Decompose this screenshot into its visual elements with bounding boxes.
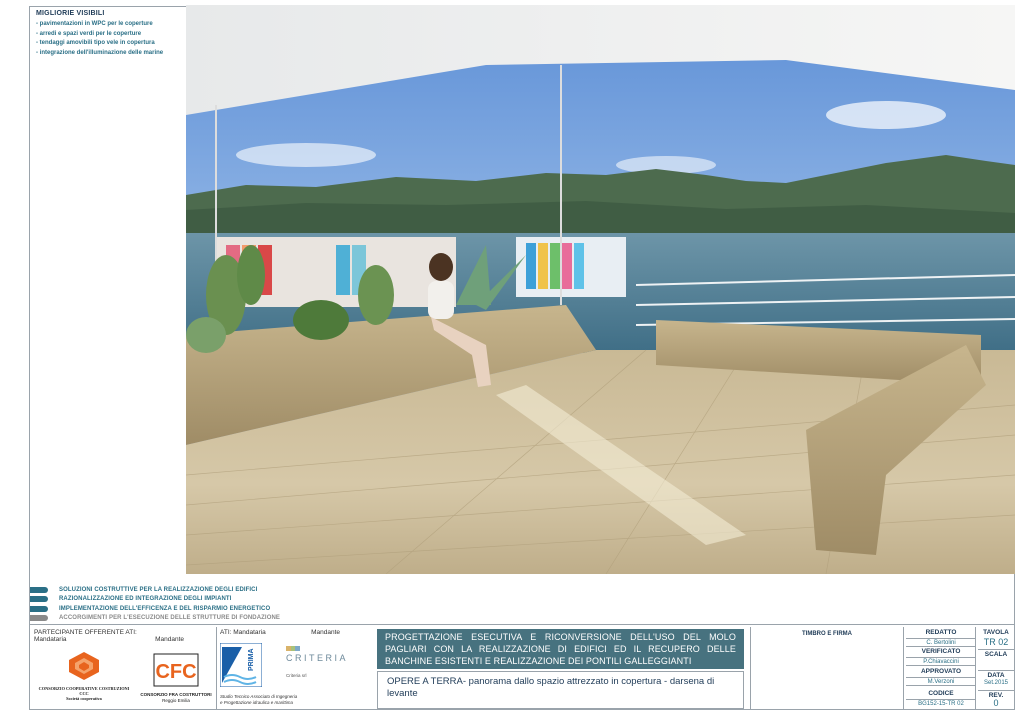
legend-text: SOLUZIONI COSTRUTTIVE PER LA REALIZZAZIO… [59,586,258,593]
cfc-caption: CONSORZIO FRA COSTRUTTORI [140,692,212,697]
notes-item: - arredi e spazi verdi per le coperture [36,30,142,37]
rev-value: 0 [993,698,999,708]
redatto-value: C. Bertolini [906,638,976,647]
project-title: PROGETTAZIONE ESECUTIVA E RICONVERSIONE … [385,632,736,666]
stamp-label: TIMBRO E FIRMA [802,631,852,637]
cfc-logo: CFC CONSORZIO FRA COSTRUTTORI Reggio Emi… [140,653,212,703]
legend-text: ACCORGIMENTI PER L'ESECUZIONE DELLE STRU… [59,615,280,622]
approvato-value: M.Verzoni [906,677,976,686]
scala-label: SCALA [978,649,1014,658]
ccc-logo: CONSORZIO COOPERATIVE COSTRUZIONI CCC So… [34,651,134,701]
legend-row: SOLUZIONI COSTRUTTIVE PER LA REALIZZAZIO… [30,585,360,595]
rooftop-render-image [186,5,1015,574]
tavola-value: TR 02 [983,637,1009,647]
title-block: PARTECIPANTE OFFERENTE ATI: Mandataria M… [30,627,1015,710]
mandataria-label: Mandataria [34,636,67,643]
mandante-label: Mandante [155,636,184,643]
ccc-logo-mark [69,652,99,680]
prima-word: PRIMA [248,648,255,671]
notes-item: - integrazione dell'illuminazione delle … [36,49,164,56]
prima-caption: Studio Tecnico Associato di Ingegneria e… [220,694,297,705]
drawing-subject: OPERE A TERRA- panorama dallo spazio att… [387,676,715,699]
criteria-color-strip [286,646,301,651]
cfc-letters: CFC [155,661,196,683]
legend-bar [30,615,48,622]
legend-row: IMPLEMENTAZIONE DELL'EFFICENZA E DEL RIS… [30,604,360,614]
notes-item: - pavimentazioni in WPC per le coperture [36,21,153,27]
approvato-label: APPROVATO [920,668,962,675]
verificato-value: P.Chiavaccini [906,657,976,666]
criteria-srl: Criteria srl [286,673,307,678]
data-label: DATA [978,670,1014,679]
ccc-caption: Società cooperativa [66,696,102,701]
tavola-label: TAVOLA [983,629,1009,636]
ati-heading: ATI: Mandataria [220,629,266,636]
improvements-notes: MIGLIORIE VISIBILI - pavimentazioni in W… [36,10,186,58]
ati-panel: ATI: Mandataria Mandante PRIMA CRITERIA … [220,629,372,711]
redatto-label: REDATTO [925,629,957,636]
codice-label: CODICE [928,690,954,697]
legend-text: IMPLEMENTAZIONE DELL'EFFICENZA E DEL RIS… [59,605,271,612]
notes-title: MIGLIORIE VISIBILI [36,10,105,17]
prima-caption-line: Studio Tecnico Associato di Ingegneria [220,694,298,699]
notes-item: - tendaggi amovibili tipo vele in copert… [36,40,155,46]
legend-bar [30,586,48,593]
prima-logo: PRIMA [220,643,262,687]
drawing-subject-box: OPERE A TERRA- panorama dallo spazio att… [377,671,744,709]
codice-value: BG152-15-TR 02 [906,699,976,709]
legend-text: RAZIONALIZZAZIONE ED INTEGRAZIONE DEGLI … [59,596,232,603]
title-block-divider [30,624,1015,625]
legend-row: ACCORGIMENTI PER L'ESECUZIONE DELLE STRU… [30,614,360,624]
participants-panel: PARTECIPANTE OFFERENTE ATI: Mandataria M… [34,629,214,711]
legend-bar [30,605,48,612]
stamp-signature-box: TIMBRO E FIRMA [750,627,904,710]
prima-caption-line: e Progettazione idraulica e marittima [220,699,294,705]
title-block-separator [216,627,217,710]
ati-mandante-label: Mandante [311,629,340,636]
legend-bar [30,596,48,603]
legend-row: RAZIONALIZZAZIONE ED INTEGRAZIONE DEGLI … [30,595,360,605]
criteria-logo-text: CRITERIA [286,653,349,663]
participants-heading: PARTECIPANTE OFFERENTE ATI: [34,629,137,636]
cfc-caption: Reggio Emilia [162,697,190,703]
data-value: Set.2015 [983,680,1009,686]
verificato-label: VERIFICATO [921,648,961,655]
project-title-box: PROGETTAZIONE ESECUTIVA E RICONVERSIONE … [377,629,744,669]
theme-legend: SOLUZIONI COSTRUTTIVE PER LA REALIZZAZIO… [30,585,360,623]
cfc-logo-mark: CFC [153,653,199,687]
document-fields: REDATTO C. Bertolini VERIFICATO P.Chiava… [906,627,1014,710]
